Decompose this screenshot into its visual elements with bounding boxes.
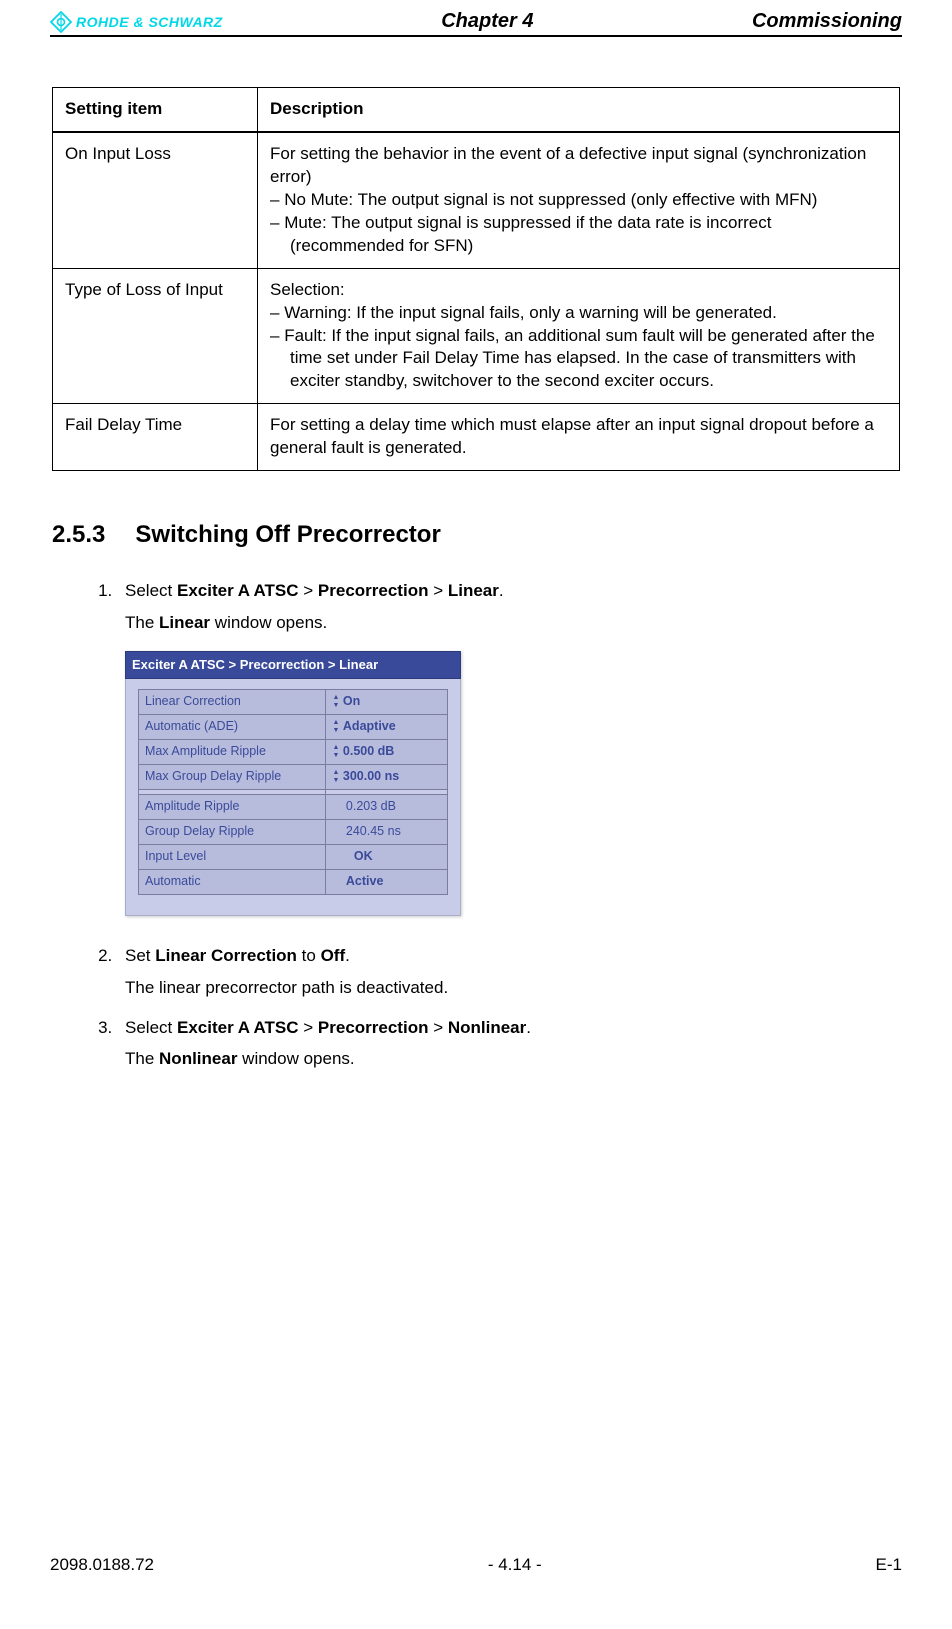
step: Select Exciter A ATSC > Precorrection > …: [117, 1016, 900, 1072]
setting-description: For setting the behavior in the event of…: [258, 132, 900, 268]
setting-description: Selection: Warning: If the input signal …: [258, 268, 900, 404]
section-number: 2.5.3: [52, 521, 105, 549]
spinner-icon: [332, 769, 340, 785]
brand-logo-icon: [50, 11, 72, 33]
section-heading: 2.5.3 Switching Off Precorrector: [52, 521, 900, 549]
page-header: ROHDE & SCHWARZ Chapter 4 Commissioning: [50, 10, 902, 37]
footer-revision: E-1: [876, 1555, 902, 1575]
spinner-icon: [332, 719, 340, 735]
ui-row: Linear Correction On: [139, 689, 448, 714]
footer-page-number: - 4.14 -: [488, 1555, 542, 1575]
spinner-icon: [332, 744, 340, 760]
ui-row: Max Amplitude Ripple 0.500 dB: [139, 739, 448, 764]
table-header-description: Description: [258, 88, 900, 132]
brand-logo: ROHDE & SCHWARZ: [50, 11, 223, 33]
setting-name: On Input Loss: [53, 132, 258, 268]
setting-description: For setting a delay time which must elap…: [258, 404, 900, 471]
ui-row: Automatic Active: [139, 869, 448, 894]
ui-row: Amplitude Ripple 0.203 dB: [139, 794, 448, 819]
table-row: On Input Loss For setting the behavior i…: [53, 132, 900, 268]
footer-doc-number: 2098.0188.72: [50, 1555, 154, 1575]
linear-window-screenshot: Exciter A ATSC > Precorrection > Linear …: [125, 651, 461, 916]
table-row: Type of Loss of Input Selection: Warning…: [53, 268, 900, 404]
window-titlebar: Exciter A ATSC > Precorrection > Linear: [125, 651, 461, 679]
ui-row: Max Group Delay Ripple 300.00 ns: [139, 764, 448, 789]
settings-table: Setting item Description On Input Loss F…: [52, 87, 900, 471]
ui-row: Input Level OK: [139, 844, 448, 869]
section-title-text: Switching Off Precorrector: [135, 521, 440, 549]
setting-name: Fail Delay Time: [53, 404, 258, 471]
step: Select Exciter A ATSC > Precorrection > …: [117, 579, 900, 916]
chapter-title: Commissioning: [752, 10, 902, 33]
chapter-label: Chapter 4: [223, 10, 752, 33]
table-row: Fail Delay Time For setting a delay time…: [53, 404, 900, 471]
setting-name: Type of Loss of Input: [53, 268, 258, 404]
step: Set Linear Correction to Off. The linear…: [117, 944, 900, 1000]
ui-row: Automatic (ADE) Adaptive: [139, 714, 448, 739]
spinner-icon: [332, 694, 340, 710]
brand-logo-text: ROHDE & SCHWARZ: [76, 14, 223, 30]
ui-row: Group Delay Ripple 240.45 ns: [139, 819, 448, 844]
table-header-item: Setting item: [53, 88, 258, 132]
page-footer: 2098.0188.72 - 4.14 - E-1: [50, 1555, 902, 1575]
